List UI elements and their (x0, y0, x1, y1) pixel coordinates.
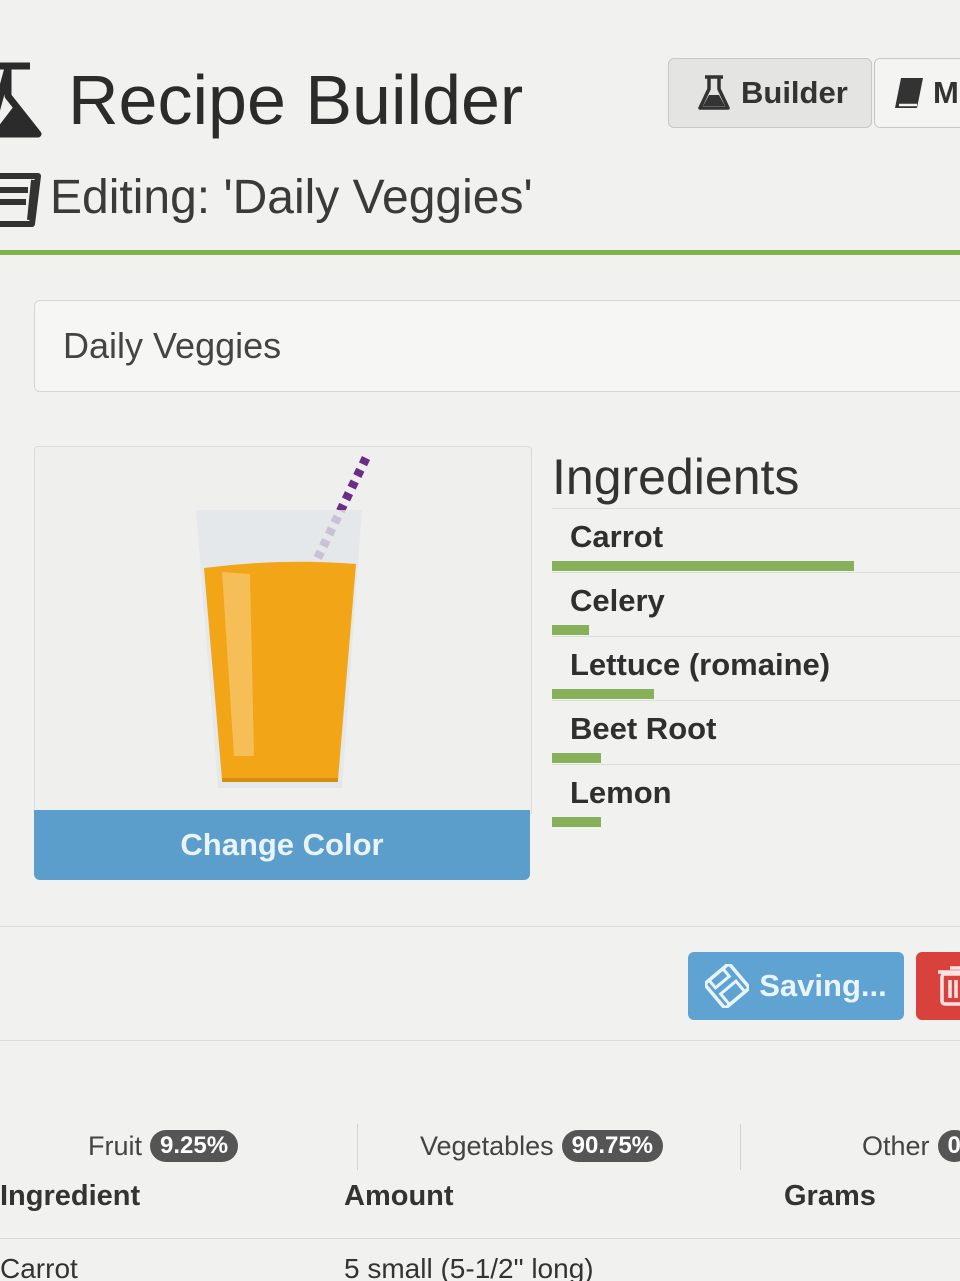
ingredient-share-bar (552, 561, 854, 571)
ingredient-share-bar (552, 753, 601, 763)
ingredients-heading: Ingredients (552, 449, 800, 505)
other-percent-badge: 0 (937, 1130, 960, 1162)
divider (0, 1040, 960, 1041)
editing-title: Editing: 'Daily Veggies' (50, 171, 533, 224)
flask-icon (0, 62, 44, 138)
column-ingredient: Ingredient (0, 1180, 141, 1212)
tab-fruit[interactable]: Fruit 9.25% (88, 1122, 239, 1170)
tab-fruit-label: Fruit (88, 1130, 142, 1161)
floppy-icon (705, 964, 750, 1008)
change-color-button[interactable]: Change Color (34, 810, 530, 880)
tab-vegetables-label: Vegetables (420, 1130, 554, 1161)
divider (0, 926, 960, 927)
table-row[interactable]: Carrot 5 small (5-1/2" long) (0, 1238, 960, 1281)
ingredient-item[interactable]: Carrot (552, 508, 960, 572)
ingredient-item[interactable]: Beet Root (552, 700, 960, 764)
header-divider (0, 250, 960, 255)
app-title: Recipe Builder (68, 61, 524, 139)
tab-separator (740, 1124, 741, 1170)
vegetables-percent-badge: 90.75% (561, 1130, 664, 1162)
ingredient-item[interactable]: Lettuce (romaine) (552, 636, 960, 700)
ingredient-name: Beet Root (570, 711, 717, 746)
ingredient-name: Celery (570, 583, 665, 618)
tab-vegetables[interactable]: Vegetables 90.75% (420, 1122, 664, 1170)
ingredient-name: Lettuce (romaine) (570, 647, 831, 682)
ingredient-share-bar (552, 625, 589, 635)
ingredient-item[interactable]: Celery (552, 572, 960, 636)
ingredient-table-header: Ingredient Amount Grams (0, 1180, 960, 1230)
row-ingredient: Carrot (0, 1253, 78, 1281)
ingredient-name: Lemon (570, 775, 672, 810)
recipe-name-input[interactable] (34, 300, 960, 392)
nav-builder-tab[interactable]: Builder (668, 58, 872, 128)
nav-second-tab[interactable]: M (874, 58, 960, 128)
fruit-percent-badge: 9.25% (150, 1130, 239, 1162)
book-icon (0, 168, 44, 235)
column-amount: Amount (344, 1180, 454, 1212)
delete-button[interactable] (916, 952, 960, 1020)
tab-other[interactable]: Other 0 (862, 1122, 960, 1170)
ingredients-list: Carrot Celery Lettuce (romaine) Beet Roo… (552, 508, 960, 828)
nav-second-label: M (933, 75, 959, 110)
drink-glass-illustration (170, 450, 390, 805)
nav-builder-label: Builder (741, 75, 848, 110)
save-button[interactable]: Saving... (688, 952, 904, 1020)
book-icon (895, 78, 923, 108)
tab-separator (357, 1124, 358, 1170)
row-amount: 5 small (5-1/2" long) (344, 1253, 594, 1281)
category-tabs: Fruit 9.25% Vegetables 90.75% Other 0 (0, 1122, 960, 1172)
flask-icon (698, 75, 730, 110)
column-grams: Grams (784, 1180, 876, 1212)
trash-icon (938, 966, 960, 1006)
ingredient-share-bar (552, 817, 601, 827)
ingredient-name: Carrot (570, 519, 664, 554)
tab-other-label: Other (862, 1130, 930, 1161)
ingredient-item[interactable]: Lemon (552, 764, 960, 828)
save-button-label: Saving... (759, 968, 887, 1003)
ingredient-share-bar (552, 689, 654, 699)
